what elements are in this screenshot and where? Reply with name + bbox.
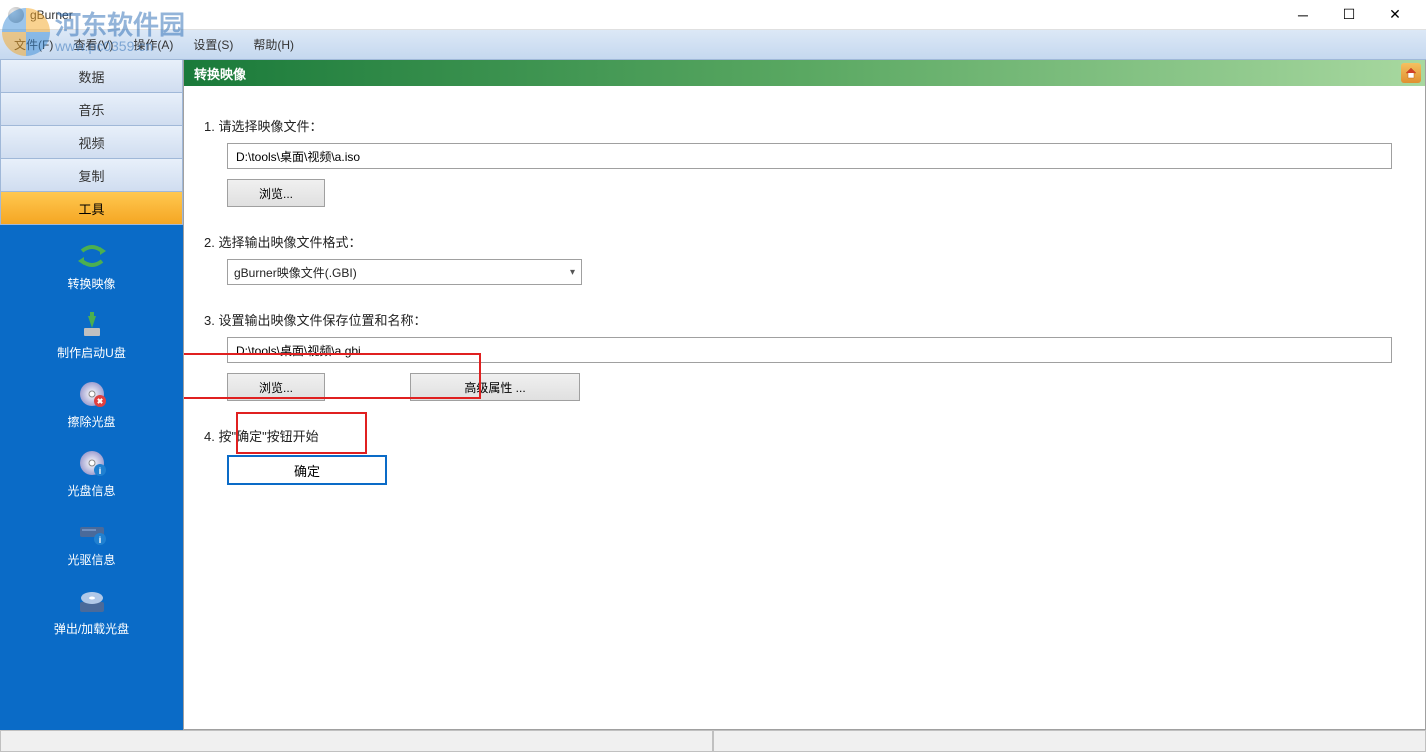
browse-source-button[interactable]: 浏览... [227, 179, 325, 207]
browse-output-button[interactable]: 浏览... [227, 373, 325, 401]
tool-erase-disc[interactable]: 擦除光盘 [0, 371, 183, 440]
source-path-input[interactable] [227, 143, 1392, 169]
eject-icon [74, 586, 110, 616]
tool-label: 制作启动U盘 [57, 344, 126, 361]
home-icon-button[interactable] [1401, 63, 1421, 83]
menu-bar: 文件(F) 查看(V) 操作(A) 设置(S) 帮助(H) [0, 30, 1426, 60]
step4-label: 4. 按"确定"按钮开始 [204, 426, 1395, 445]
step2-label: 2. 选择输出映像文件格式： [204, 232, 1395, 251]
tool-label: 光盘信息 [67, 482, 115, 499]
app-icon [8, 7, 24, 23]
close-button[interactable]: ✕ [1372, 0, 1418, 30]
menu-action[interactable]: 操作(A) [123, 32, 183, 57]
svg-text:i: i [98, 466, 101, 476]
chevron-down-icon: ▾ [570, 267, 575, 278]
erase-disc-icon [74, 379, 110, 409]
menu-settings[interactable]: 设置(S) [183, 32, 243, 57]
format-select[interactable]: gBurner映像文件(.GBI) ▾ [227, 259, 582, 285]
disc-info-icon: i [74, 448, 110, 478]
confirm-button[interactable]: 确定 [227, 455, 387, 485]
maximize-button[interactable]: ☐ [1326, 0, 1372, 30]
usb-icon [74, 310, 110, 340]
content-title: 转换映像 [194, 64, 246, 83]
minimize-button[interactable]: ─ [1280, 0, 1326, 30]
menu-file[interactable]: 文件(F) [4, 32, 63, 57]
sidebar-tab-video[interactable]: 视频 [0, 126, 183, 159]
step3-label: 3. 设置输出映像文件保存位置和名称： [204, 310, 1395, 329]
tool-boot-usb[interactable]: 制作启动U盘 [0, 302, 183, 371]
format-selected-value: gBurner映像文件(.GBI) [234, 264, 357, 281]
sidebar: 数据 音乐 视频 复制 工具 转换映像 制作启动 [0, 60, 183, 730]
window-title: gBurner [30, 8, 1280, 22]
tool-label: 转换映像 [67, 275, 115, 292]
tool-eject-disc[interactable]: 弹出/加载光盘 [0, 578, 183, 647]
convert-icon [74, 241, 110, 271]
output-path-input[interactable] [227, 337, 1392, 363]
tool-convert-image[interactable]: 转换映像 [0, 233, 183, 302]
menu-help[interactable]: 帮助(H) [243, 32, 304, 57]
title-bar: gBurner ─ ☐ ✕ [0, 0, 1426, 30]
tool-disc-info[interactable]: i 光盘信息 [0, 440, 183, 509]
drive-info-icon: i [74, 517, 110, 547]
content-area: 转换映像 1. 请选择映像文件： 浏览... 2. 选择输出映像文件格式： gB… [183, 60, 1426, 730]
menu-view[interactable]: 查看(V) [63, 32, 123, 57]
step1-label: 1. 请选择映像文件： [204, 116, 1395, 135]
sidebar-tab-copy[interactable]: 复制 [0, 159, 183, 192]
home-icon [1404, 66, 1418, 80]
sidebar-tab-tools[interactable]: 工具 [0, 192, 183, 225]
advanced-button[interactable]: 高级属性 ... [410, 373, 580, 401]
tool-label: 擦除光盘 [67, 413, 115, 430]
tool-label: 光驱信息 [67, 551, 115, 568]
status-bar [0, 730, 1426, 752]
tool-drive-info[interactable]: i 光驱信息 [0, 509, 183, 578]
sidebar-tab-data[interactable]: 数据 [0, 60, 183, 93]
content-header: 转换映像 [184, 60, 1425, 86]
tool-label: 弹出/加载光盘 [54, 620, 129, 637]
svg-text:i: i [98, 535, 101, 545]
sidebar-tab-music[interactable]: 音乐 [0, 93, 183, 126]
